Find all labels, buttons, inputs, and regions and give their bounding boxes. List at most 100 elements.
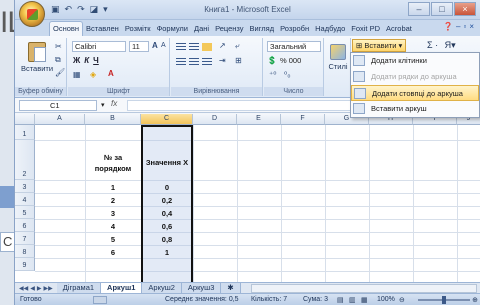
tab-foxit[interactable]: Foxit PD [348, 22, 383, 36]
tab-acrobat[interactable]: Acrobat [383, 22, 415, 36]
borders-icon[interactable]: ▦ [73, 70, 83, 79]
column-header-a[interactable]: A [35, 114, 85, 125]
increase-decimal-icon[interactable]: ⁺⁰ [269, 70, 279, 79]
column-header-b[interactable]: B [85, 114, 141, 125]
decrease-decimal-icon[interactable]: ⁰₀ [284, 70, 294, 79]
percent-style-button[interactable]: % 000 [280, 56, 301, 65]
zoom-out-icon[interactable]: ⊖ [399, 296, 405, 304]
row-header-9[interactable]: 9 [15, 258, 35, 271]
tab-developer[interactable]: Розробн [277, 22, 312, 36]
cell-b8[interactable]: 6 [85, 248, 141, 257]
align-top-icon[interactable] [176, 43, 186, 51]
close-button[interactable]: × [454, 2, 476, 16]
spreadsheet-grid[interactable]: A B C D E F G H I J 1 2 3 4 5 6 7 8 9 № … [15, 114, 480, 282]
wrap-text-icon[interactable]: ⤶ [235, 41, 245, 50]
last-sheet-icon[interactable]: ▶▶ [43, 285, 52, 292]
menu-insert-columns[interactable]: Додати стовпці до аркуша [351, 85, 479, 101]
zoom-level[interactable]: 100% [377, 296, 395, 303]
italic-button[interactable]: К [84, 56, 89, 65]
cell-b2-header[interactable]: № за порядком [87, 152, 139, 174]
copy-icon[interactable]: ⧉ [55, 55, 65, 64]
sheet-tab-sheet3[interactable]: Аркуш3 [181, 282, 222, 294]
merge-icon[interactable]: ⊞ [235, 56, 245, 65]
cell-c6[interactable]: 0,6 [141, 222, 193, 231]
view-page-break-icon[interactable]: ▦ [361, 296, 368, 304]
cell-b5[interactable]: 3 [85, 209, 141, 218]
cell-b7[interactable]: 5 [85, 235, 141, 244]
font-name-box[interactable]: Calibri [72, 41, 126, 52]
office-button[interactable] [19, 1, 45, 27]
align-bottom-icon[interactable] [202, 43, 212, 51]
prev-sheet-icon[interactable]: ◀ [30, 285, 35, 292]
underline-button[interactable]: Ч [93, 56, 99, 65]
tab-home[interactable]: Основн [49, 21, 84, 36]
column-header-e[interactable]: E [237, 114, 281, 125]
help-icon[interactable]: ❓ [443, 22, 453, 31]
menu-insert-cells[interactable]: Додати клітинки [351, 53, 479, 69]
orientation-icon[interactable]: ↗ [219, 41, 229, 50]
format-painter-icon[interactable]: 🖌 [55, 68, 65, 77]
row-header-5[interactable]: 5 [15, 206, 35, 219]
tab-view[interactable]: Вигляд [247, 22, 278, 36]
select-all-corner[interactable] [15, 114, 35, 125]
cell-c7[interactable]: 0,8 [141, 235, 193, 244]
first-sheet-icon[interactable]: ◀◀ [19, 285, 28, 292]
sheet-tab-diagram1[interactable]: Діграма1 [56, 282, 102, 294]
sort-filter-icon[interactable]: Я▾ [445, 40, 456, 50]
insert-cells-button[interactable]: ⊞ Вставити ▾ [352, 39, 407, 52]
column-header-d[interactable]: D [193, 114, 237, 125]
insert-sheet-tab-icon[interactable]: ✱ [221, 282, 241, 294]
row-header-7[interactable]: 7 [15, 232, 35, 245]
row-header-1[interactable]: 1 [15, 125, 35, 140]
ribbon-minimize-icon[interactable]: – [456, 22, 460, 31]
align-right-icon[interactable] [202, 58, 212, 66]
sheet-tab-sheet2[interactable]: Аркуш2 [142, 282, 182, 294]
view-normal-icon[interactable]: ▤ [337, 296, 344, 304]
tab-insert[interactable]: Вставлен [83, 22, 122, 36]
tab-formulas[interactable]: Формули [154, 22, 191, 36]
tab-review[interactable]: Рецензу [212, 22, 246, 36]
cell-c8[interactable]: 1 [141, 248, 193, 257]
tab-addins[interactable]: Надбудо [312, 22, 348, 36]
sheet-tab-sheet1[interactable]: Аркуш1 [101, 282, 143, 294]
font-color-icon[interactable]: A [108, 69, 118, 78]
horizontal-scrollbar[interactable] [250, 283, 477, 293]
macro-record-icon[interactable] [93, 296, 107, 304]
cell-b3[interactable]: 1 [85, 183, 141, 192]
align-middle-icon[interactable] [189, 43, 199, 51]
zoom-slider[interactable] [418, 296, 470, 304]
align-center-icon[interactable] [189, 58, 199, 66]
bold-button[interactable]: Ж [73, 56, 80, 65]
menu-insert-sheet[interactable]: Вставити аркуш [351, 101, 479, 117]
currency-icon[interactable]: 💲 [267, 56, 277, 65]
indent-icon[interactable]: ⇥ [219, 56, 229, 65]
name-box[interactable]: C1 [19, 100, 97, 111]
row-header-3[interactable]: 3 [15, 180, 35, 193]
number-format-box[interactable]: Загальний [267, 41, 321, 52]
cell-c3[interactable]: 0 [141, 183, 193, 192]
row-header-8[interactable]: 8 [15, 245, 35, 258]
row-header-4[interactable]: 4 [15, 193, 35, 206]
fx-icon[interactable]: fx [111, 99, 117, 108]
shrink-font-icon[interactable]: A [161, 42, 171, 51]
align-left-icon[interactable] [176, 58, 186, 66]
row-header-2[interactable]: 2 [15, 140, 35, 180]
cut-icon[interactable]: ✂ [55, 42, 65, 51]
menu-insert-rows[interactable]: Додати рядки до аркуша [351, 69, 479, 85]
name-box-dropdown-icon[interactable]: ▾ [101, 101, 105, 109]
cell-c5[interactable]: 0,4 [141, 209, 193, 218]
cell-b6[interactable]: 4 [85, 222, 141, 231]
zoom-slider-thumb[interactable] [442, 296, 446, 304]
cell-c2-header[interactable]: Значення X [142, 158, 192, 167]
styles-button[interactable]: Стилі [328, 44, 348, 71]
fill-color-icon[interactable]: ◈ [90, 70, 100, 79]
tab-data[interactable]: Дані [191, 22, 212, 36]
autosum-button[interactable]: Σ · Я▾ [427, 40, 456, 51]
row-header-6[interactable]: 6 [15, 219, 35, 232]
cell-c4[interactable]: 0,2 [141, 196, 193, 205]
ribbon-restore-icon[interactable]: ▫ [463, 22, 466, 31]
column-header-c[interactable]: C [141, 114, 193, 125]
minimize-button[interactable]: – [408, 2, 430, 16]
ribbon-close-icon[interactable]: × [469, 22, 474, 31]
tab-page-layout[interactable]: Розмітк [122, 22, 154, 36]
